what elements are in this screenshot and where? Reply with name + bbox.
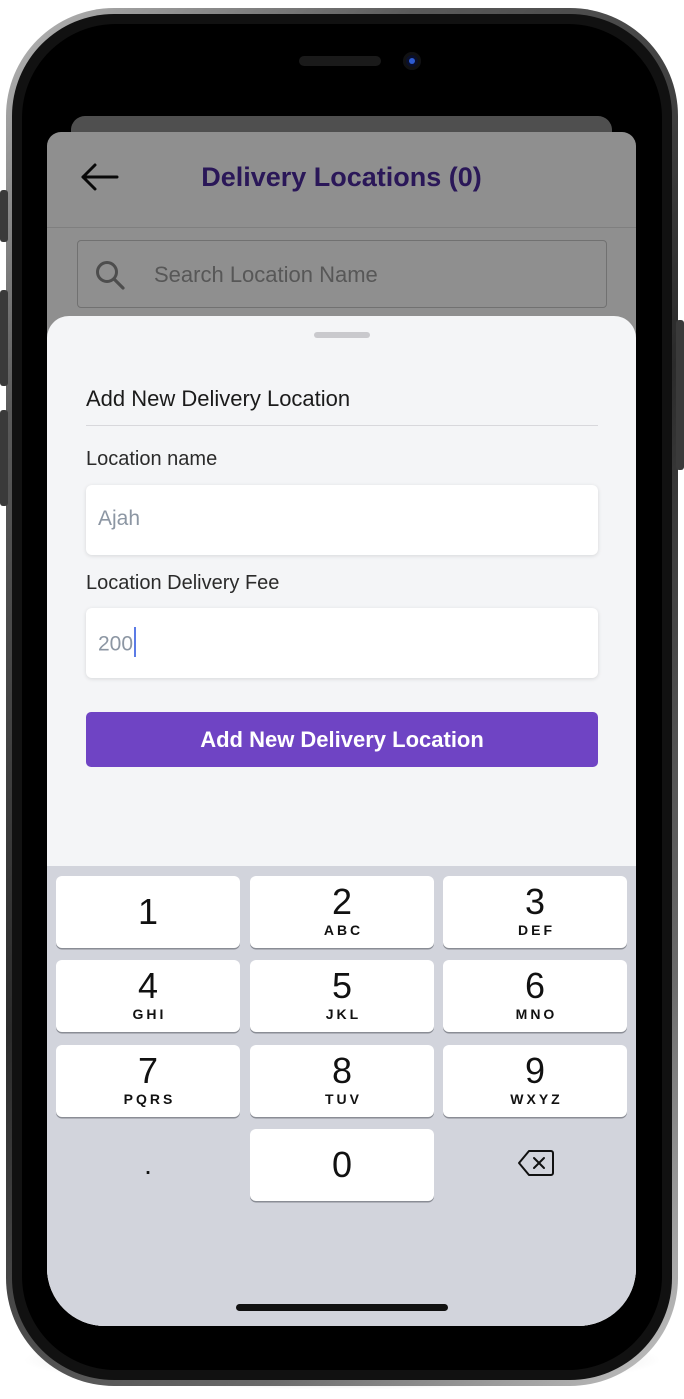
key-letters: PQRS bbox=[123, 1091, 176, 1107]
key-letters: TUV bbox=[325, 1091, 362, 1107]
key-3[interactable]: 3 DEF bbox=[443, 876, 627, 948]
delivery-fee-label: Location Delivery Fee bbox=[86, 572, 280, 594]
key-digit: 6 bbox=[524, 965, 546, 1006]
numeric-keypad: 1 2 ABC 3 DEF 4 GHI 5 JKL 6 MNO 7 PQRS 8… bbox=[47, 866, 636, 1326]
key-digit: 9 bbox=[524, 1050, 546, 1091]
key-dot[interactable]: . bbox=[56, 1129, 240, 1201]
notch bbox=[175, 46, 507, 96]
key-digit: 7 bbox=[137, 1050, 159, 1091]
backspace-icon bbox=[517, 1149, 555, 1177]
key-digit: 4 bbox=[137, 965, 159, 1006]
delivery-fee-field[interactable]: 200 bbox=[86, 608, 598, 678]
delivery-fee-value-wrap: 200 bbox=[98, 627, 137, 660]
key-digit: 2 bbox=[331, 881, 353, 922]
volume-up-button bbox=[0, 290, 8, 386]
key-digit: 3 bbox=[524, 881, 546, 922]
key-letters: ABC bbox=[323, 922, 364, 938]
add-location-sheet: Add New Delivery Location Location name … bbox=[47, 316, 636, 1326]
add-location-button[interactable]: Add New Delivery Location bbox=[86, 712, 598, 767]
power-button bbox=[676, 320, 684, 470]
home-indicator[interactable] bbox=[236, 1304, 448, 1311]
key-5[interactable]: 5 JKL bbox=[250, 960, 434, 1032]
key-backspace[interactable] bbox=[443, 1129, 627, 1201]
key-digit: 5 bbox=[331, 965, 353, 1006]
text-caret bbox=[134, 627, 137, 657]
key-4[interactable]: 4 GHI bbox=[56, 960, 240, 1032]
key-letters: MNO bbox=[515, 1006, 558, 1022]
key-0[interactable]: 0 bbox=[250, 1129, 434, 1201]
key-digit: 1 bbox=[137, 891, 159, 932]
location-name-field[interactable]: Ajah bbox=[86, 485, 598, 555]
key-digit: 0 bbox=[331, 1144, 353, 1185]
divider bbox=[86, 425, 598, 426]
key-6[interactable]: 6 MNO bbox=[443, 960, 627, 1032]
volume-down-button bbox=[0, 410, 8, 506]
front-camera bbox=[403, 52, 421, 70]
key-digit: 8 bbox=[331, 1050, 353, 1091]
key-letters: DEF bbox=[518, 922, 555, 938]
key-dot-label: . bbox=[144, 1149, 152, 1180]
phone-screen: Delivery Locations (0) Search Location N… bbox=[47, 46, 636, 1326]
key-7[interactable]: 7 PQRS bbox=[56, 1045, 240, 1117]
sheet-title: Add New Delivery Location bbox=[86, 386, 351, 411]
sheet-drag-handle[interactable] bbox=[314, 332, 370, 338]
key-letters: GHI bbox=[132, 1006, 167, 1022]
key-9[interactable]: 9 WXYZ bbox=[443, 1045, 627, 1117]
key-letters: JKL bbox=[325, 1006, 362, 1022]
location-name-label: Location name bbox=[86, 448, 218, 470]
silent-switch bbox=[0, 190, 8, 242]
location-name-value: Ajah bbox=[98, 507, 141, 530]
key-2[interactable]: 2 ABC bbox=[250, 876, 434, 948]
key-8[interactable]: 8 TUV bbox=[250, 1045, 434, 1117]
delivery-fee-value: 200 bbox=[98, 632, 134, 656]
key-1[interactable]: 1 bbox=[56, 876, 240, 948]
key-letters: WXYZ bbox=[510, 1091, 563, 1107]
speaker bbox=[299, 56, 381, 66]
